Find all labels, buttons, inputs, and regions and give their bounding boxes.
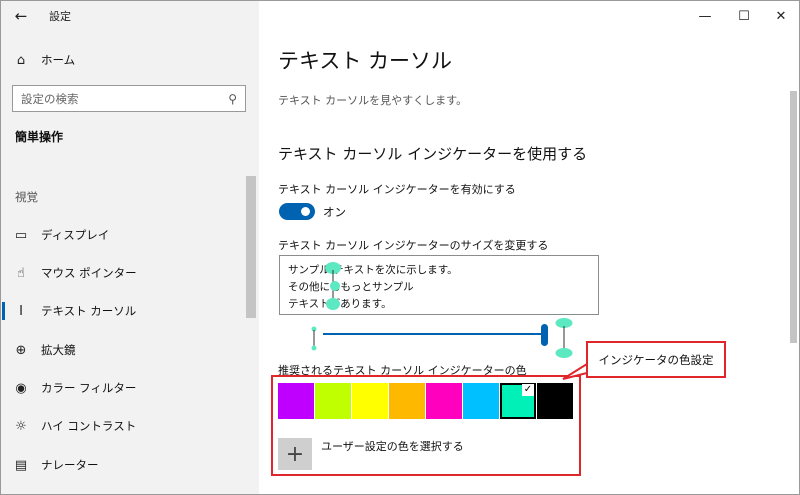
search-icon: ⚲ (228, 91, 237, 106)
sidebar-item-narrator[interactable]: ▤ ナレーター (1, 446, 246, 484)
custom-color-label[interactable]: ユーザー設定の色を選択する (321, 438, 464, 454)
sidebar-item-label: カラー フィルター (41, 381, 137, 395)
sidebar-item-label: ハイ コントラスト (41, 419, 137, 433)
section-heading: 視覚 (15, 190, 38, 204)
large-size-indicator-icon (555, 318, 573, 358)
sidebar-item-mouse-pointer[interactable]: ☝ マウス ポインター (1, 254, 246, 292)
color-swatch[interactable] (389, 383, 425, 419)
indicator-toggle[interactable] (279, 203, 315, 220)
color-swatch-selected[interactable]: ✓ (500, 383, 536, 419)
title-bar: ← 設定 (1, 1, 259, 31)
category-heading: 簡単操作 (15, 130, 64, 144)
cursor-preview-box: サンプル テキストを次に示します。 その他にももっとサンプル テキストがあります… (279, 255, 599, 315)
sidebar-item-label: ナレーター (41, 458, 99, 472)
sidebar-item-label: ディスプレイ (41, 228, 110, 242)
sidebar-item-high-contrast[interactable]: ☼ ハイ コントラスト (1, 407, 246, 445)
small-size-indicator-icon (311, 326, 317, 351)
sidebar-item-label: テキスト カーソル (41, 304, 137, 318)
search-input[interactable]: 設定の検索 ⚲ (12, 85, 246, 112)
magnifier-icon: ⊕ (15, 342, 27, 358)
mouse-pointer-icon: ☝ (17, 265, 25, 281)
size-slider-thumb[interactable] (541, 324, 548, 346)
sidebar-item-label: マウス ポインター (41, 266, 137, 280)
color-swatch[interactable] (537, 383, 573, 419)
toggle-knob (301, 207, 310, 216)
sidebar-item-color-filters[interactable]: ◉ カラー フィルター (1, 369, 246, 407)
plus-icon: + (285, 441, 305, 467)
color-swatch[interactable] (315, 383, 351, 419)
sidebar-item-label: 拡大鏡 (41, 343, 76, 357)
checkmark-icon: ✓ (522, 384, 534, 396)
page-description: テキスト カーソルを見やすくします。 (278, 94, 468, 107)
settings-window: ← 設定 ⌂ ホーム 設定の検索 ⚲ 簡単操作 視覚 ▭ ディスプレイ ☝ マウ… (0, 0, 800, 495)
section-subheading: テキスト カーソル インジケーターを使用する (278, 145, 588, 163)
page-title: テキスト カーソル (278, 49, 453, 73)
home-icon: ⌂ (16, 52, 26, 68)
sidebar-item-magnifier[interactable]: ⊕ 拡大鏡 (1, 331, 246, 369)
sidebar-item-home[interactable]: ⌂ ホーム (1, 48, 259, 72)
sidebar: ← 設定 ⌂ ホーム 設定の検索 ⚲ 簡単操作 視覚 ▭ ディスプレイ ☝ マウ… (1, 1, 259, 494)
size-slider-track[interactable] (323, 333, 543, 335)
color-filter-icon: ◉ (15, 380, 27, 396)
enable-indicator-label: テキスト カーソル インジケーターを有効にする (278, 183, 516, 196)
app-title: 設定 (49, 10, 71, 23)
custom-color-button[interactable]: + (278, 438, 312, 470)
sidebar-item-label: ホーム (41, 53, 76, 67)
toggle-state-label: オン (323, 205, 346, 219)
color-swatch-row: ✓ (278, 383, 573, 419)
main-content: テキスト カーソル テキスト カーソルを見やすくします。 テキスト カーソル イ… (259, 1, 799, 494)
display-icon: ▭ (14, 227, 28, 243)
preview-cursor-indicator (325, 262, 341, 310)
color-swatch[interactable] (426, 383, 462, 419)
size-label: テキスト カーソル インジケーターのサイズを変更する (278, 239, 549, 252)
color-swatch[interactable] (352, 383, 388, 419)
text-cursor-icon: I (19, 303, 23, 319)
sidebar-item-display[interactable]: ▭ ディスプレイ (1, 216, 246, 254)
narrator-icon: ▤ (14, 457, 28, 473)
high-contrast-icon: ☼ (15, 418, 27, 434)
main-scrollbar[interactable] (790, 91, 797, 343)
back-button[interactable]: ← (1, 1, 41, 31)
sidebar-item-text-cursor[interactable]: I テキスト カーソル (1, 292, 246, 330)
search-placeholder: 設定の検索 (21, 91, 79, 106)
color-swatch[interactable] (463, 383, 499, 419)
color-swatch[interactable] (278, 383, 314, 419)
back-arrow-icon: ← (14, 7, 28, 25)
annotation-callout: インジケータの色設定 (586, 341, 726, 378)
sidebar-scrollbar[interactable] (246, 176, 256, 318)
